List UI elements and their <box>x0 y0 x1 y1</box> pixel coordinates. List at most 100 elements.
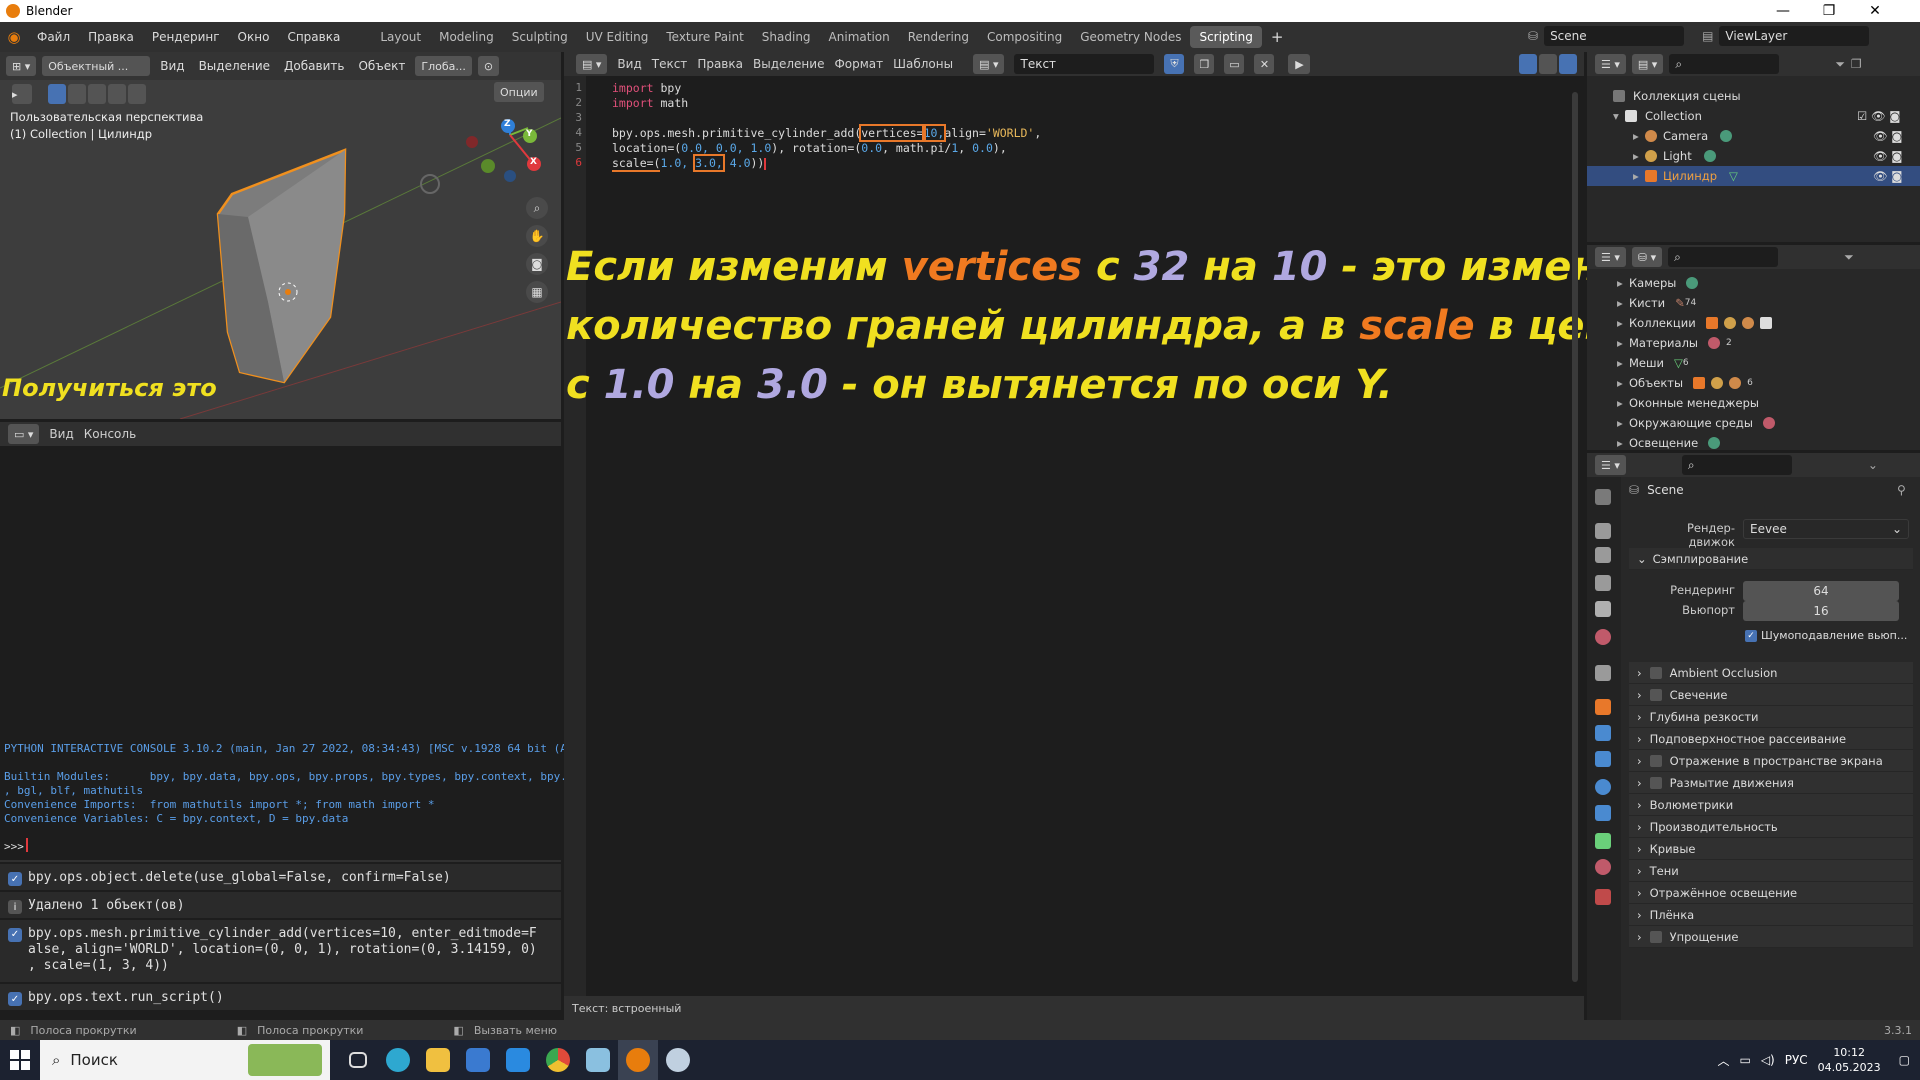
tab-animation[interactable]: Animation <box>820 26 899 48</box>
section-sampling[interactable]: ⌄ Сэмплирование <box>1629 548 1913 570</box>
filter-icon[interactable]: ⏷ <box>1844 250 1854 265</box>
console-menu-console[interactable]: Консоль <box>84 427 136 441</box>
pan-hand-icon[interactable]: ✋ <box>526 225 548 247</box>
section-panel[interactable]: › Глубина резкости <box>1629 706 1913 728</box>
notepad-icon[interactable] <box>578 1040 618 1080</box>
outliner-item[interactable]: ▸ Light 👁 ◙ <box>1587 146 1920 166</box>
section-enable-checkbox[interactable] <box>1649 754 1662 767</box>
text-editor[interactable]: ▤ ▾ Вид Текст Правка Выделение Формат Ша… <box>564 52 1691 1020</box>
data-editor-type-icon[interactable]: ☰ ▾ <box>1595 247 1626 267</box>
syntax-highlight-toggle-icon[interactable] <box>1559 54 1577 74</box>
data-item[interactable]: ▸ Освещение <box>1587 433 1920 453</box>
data-tab-icon[interactable] <box>1595 833 1611 849</box>
report-item[interactable]: i Удалено 1 объект(ов) <box>0 892 561 918</box>
file-explorer-icon[interactable] <box>418 1040 458 1080</box>
scene-icon[interactable]: ⛁ <box>1528 29 1538 43</box>
microsoft-store-icon[interactable] <box>458 1040 498 1080</box>
report-item[interactable]: ✓ bpy.ops.text.run_script() <box>0 984 561 1010</box>
render-engine-dropdown[interactable]: Eevee ⌄ <box>1743 519 1909 539</box>
render-tab-icon[interactable] <box>1595 523 1611 539</box>
section-panel[interactable]: › Свечение <box>1629 684 1913 706</box>
console-editor-type-icon[interactable]: ▭ ▾ <box>8 424 40 444</box>
windows-start-icon[interactable] <box>0 1040 40 1080</box>
material-tab-icon[interactable] <box>1595 859 1611 875</box>
viewport-samples-field[interactable]: 16 <box>1743 601 1899 621</box>
unlink-close-icon[interactable]: ✕ <box>1254 54 1275 74</box>
section-panel[interactable]: › Кривые <box>1629 838 1913 860</box>
text-browse-icon[interactable]: ▤ ▾ <box>973 54 1005 74</box>
text-editor-type-icon[interactable]: ▤ ▾ <box>576 54 608 74</box>
visibility-icons[interactable]: 👁 ◙ <box>1873 149 1902 163</box>
new-text-icon[interactable]: ❐ <box>1194 54 1215 74</box>
console-menu-view[interactable]: Вид <box>49 427 73 441</box>
data-item[interactable]: ▸ Меши ▽ 6 <box>1587 353 1920 373</box>
view-layer-tab-icon[interactable] <box>1595 575 1611 591</box>
open-folder-icon[interactable]: ▭ <box>1224 54 1245 74</box>
section-panel[interactable]: › Плёнка <box>1629 904 1913 926</box>
gizmo-neg-y-icon[interactable] <box>481 159 495 173</box>
properties-editor-type-icon[interactable]: ☰ ▾ <box>1595 455 1626 475</box>
outliner-item[interactable]: ▾ Collection ☑ 👁 ◙ <box>1587 106 1920 126</box>
menu-edit[interactable]: Правка <box>79 30 143 44</box>
zoom-icon[interactable]: ⌕ <box>526 197 548 219</box>
text-menu-templates[interactable]: Шаблоны <box>893 57 953 71</box>
tab-sculpting[interactable]: Sculpting <box>503 26 577 48</box>
data-item[interactable]: ▸ Камеры <box>1587 273 1920 293</box>
section-panel[interactable]: › Тени <box>1629 860 1913 882</box>
denoise-checkbox[interactable]: ✓ Шумоподавление вьюп... <box>1745 629 1907 642</box>
tab-uv-editing[interactable]: UV Editing <box>577 26 658 48</box>
collection-tab-icon[interactable] <box>1595 665 1611 681</box>
text-menu-view[interactable]: Вид <box>617 57 641 71</box>
tab-modeling[interactable]: Modeling <box>430 26 503 48</box>
physics-tab-icon[interactable] <box>1595 779 1611 795</box>
render-samples-field[interactable]: 64 <box>1743 581 1899 601</box>
data-item[interactable]: ▸ Объекты 6 <box>1587 373 1920 393</box>
python-console[interactable]: ▭ ▾ Вид Консоль PYTHON INTERACTIVE CONSO… <box>0 422 607 1020</box>
blender-taskbar-icon[interactable] <box>618 1040 658 1080</box>
language-indicator[interactable]: РУС <box>1785 1053 1808 1067</box>
gizmo-neg-z-icon[interactable] <box>504 170 516 182</box>
tab-rendering[interactable]: Rendering <box>899 26 978 48</box>
network-icon[interactable]: ▭ <box>1739 1053 1750 1067</box>
output-tab-icon[interactable] <box>1595 547 1611 563</box>
data-item[interactable]: ▸ Окружающие среды <box>1587 413 1920 433</box>
notifications-icon[interactable]: ▢ <box>1899 1053 1910 1067</box>
report-item[interactable]: ✓ bpy.ops.object.delete(use_global=False,… <box>0 864 561 890</box>
menu-help[interactable]: Справка <box>278 30 349 44</box>
text-datablock-name[interactable]: Текст <box>1014 54 1155 74</box>
world-tab-icon[interactable] <box>1595 629 1611 645</box>
restore-icon[interactable]: ❐ <box>1806 0 1852 22</box>
section-panel[interactable]: › Волюметрики <box>1629 794 1913 816</box>
menu-render[interactable]: Рендеринг <box>143 30 229 44</box>
modifier-tab-icon[interactable] <box>1595 725 1611 741</box>
text-menu-format[interactable]: Формат <box>834 57 883 71</box>
section-enable-checkbox[interactable] <box>1649 688 1662 701</box>
gizmo-neg-x-icon[interactable] <box>466 136 478 148</box>
menu-file[interactable]: Файл <box>28 30 79 44</box>
report-item[interactable]: ✓ bpy.ops.mesh.primitive_cylinder_add(ver… <box>0 920 561 982</box>
close-icon[interactable]: ✕ <box>1852 0 1898 22</box>
taskbar-search-input[interactable]: ⌕ Поиск <box>40 1040 330 1080</box>
data-item[interactable]: ▸ Оконные менеджеры <box>1587 393 1920 413</box>
scene-selector[interactable]: Scene <box>1544 26 1685 46</box>
tool-tab-icon[interactable] <box>1595 489 1611 505</box>
chrome-browser-icon[interactable] <box>538 1040 578 1080</box>
tab-geometry-nodes[interactable]: Geometry Nodes <box>1071 26 1190 48</box>
section-panel[interactable]: › Подповерхностное рассеивание <box>1629 728 1913 750</box>
section-enable-checkbox[interactable] <box>1649 666 1662 679</box>
clock[interactable]: 10:12 04.05.2023 <box>1818 1045 1881 1075</box>
new-collection-icon[interactable]: ❐ <box>1851 57 1862 71</box>
section-panel[interactable]: › Упрощение <box>1629 926 1913 948</box>
menu-window[interactable]: Окно <box>229 30 279 44</box>
line-numbers-toggle-icon[interactable] <box>1519 54 1537 74</box>
outliner-scene-collection[interactable]: Коллекция сцены <box>1587 86 1920 106</box>
word-wrap-toggle-icon[interactable] <box>1539 54 1557 74</box>
properties-editor[interactable]: ☰ ▾ ⌕ ⌄ ⛁ Scene ⚲ Рендер-движок Eevee ⌄ ⌄ С… <box>1587 453 1920 1020</box>
pin-icon[interactable]: ⚲ <box>1897 483 1906 497</box>
display-mode-icon[interactable]: ▤ ▾ <box>1631 54 1664 74</box>
data-display-mode-icon[interactable]: ⛁ ▾ <box>1631 247 1663 267</box>
fake-user-shield-icon[interactable]: ⛨ <box>1164 54 1185 74</box>
tab-compositing[interactable]: Compositing <box>978 26 1071 48</box>
task-view-icon[interactable] <box>338 1040 378 1080</box>
data-search-input[interactable]: ⌕ <box>1668 247 1779 267</box>
